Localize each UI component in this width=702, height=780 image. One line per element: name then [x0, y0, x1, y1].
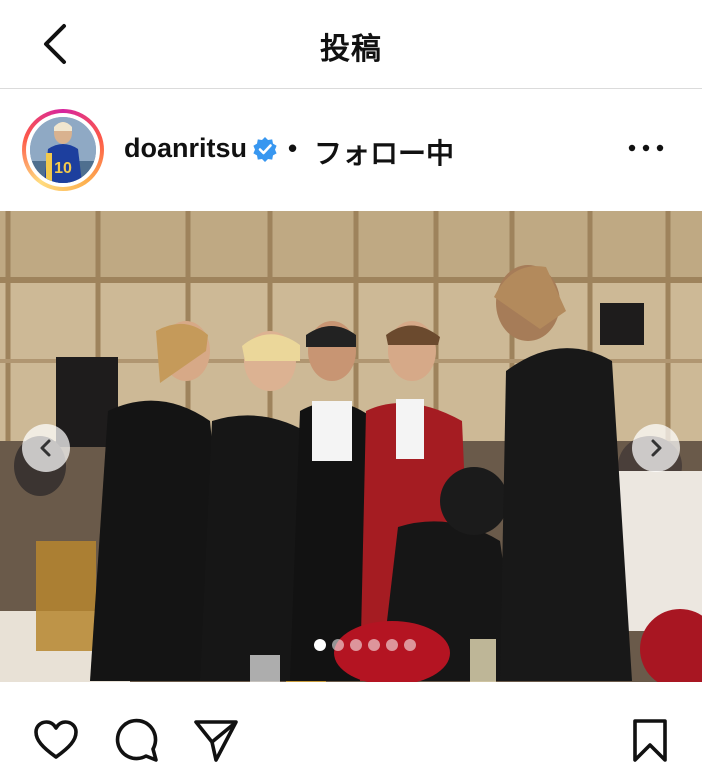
page-title: 投稿	[320, 33, 382, 66]
verified-badge	[252, 136, 278, 167]
carousel-indicator	[314, 639, 416, 653]
carousel-dot	[386, 639, 398, 651]
bookmark-icon	[633, 719, 667, 762]
avatar-image: 10	[30, 117, 96, 183]
username[interactable]: doanritsu	[124, 133, 247, 164]
chevron-right-icon	[651, 439, 662, 457]
photo-content	[0, 211, 702, 682]
post-header: 10 doanritsu • フォロー中	[0, 89, 702, 209]
post-actions	[0, 682, 702, 780]
save-button[interactable]	[626, 716, 674, 764]
comment-bubble-icon	[115, 718, 158, 762]
verified-badge-icon	[253, 137, 277, 162]
send-paper-plane-icon	[194, 720, 238, 762]
carousel-dot	[332, 639, 344, 651]
carousel-dot	[368, 639, 380, 651]
heart-icon	[34, 720, 78, 759]
carousel-dot	[350, 639, 362, 651]
carousel-dot	[404, 639, 416, 651]
more-options-button[interactable]	[624, 133, 668, 163]
avatar-photo: 10	[30, 117, 96, 183]
post-photo[interactable]	[0, 211, 702, 682]
top-bar: 投稿	[0, 0, 702, 89]
avatar[interactable]: 10	[22, 109, 104, 191]
chevron-left-icon	[40, 439, 51, 457]
carousel-prev-button[interactable]	[22, 424, 70, 472]
separator: •	[288, 133, 298, 163]
like-button[interactable]	[32, 716, 80, 764]
comment-button[interactable]	[112, 716, 160, 764]
share-button[interactable]	[192, 716, 240, 764]
carousel-next-button[interactable]	[632, 424, 680, 472]
following-button[interactable]: フォロー中	[314, 132, 454, 172]
carousel-dot	[314, 639, 326, 651]
avatar-jersey-number: 10	[54, 160, 72, 177]
more-horizontal-icon	[628, 144, 664, 152]
